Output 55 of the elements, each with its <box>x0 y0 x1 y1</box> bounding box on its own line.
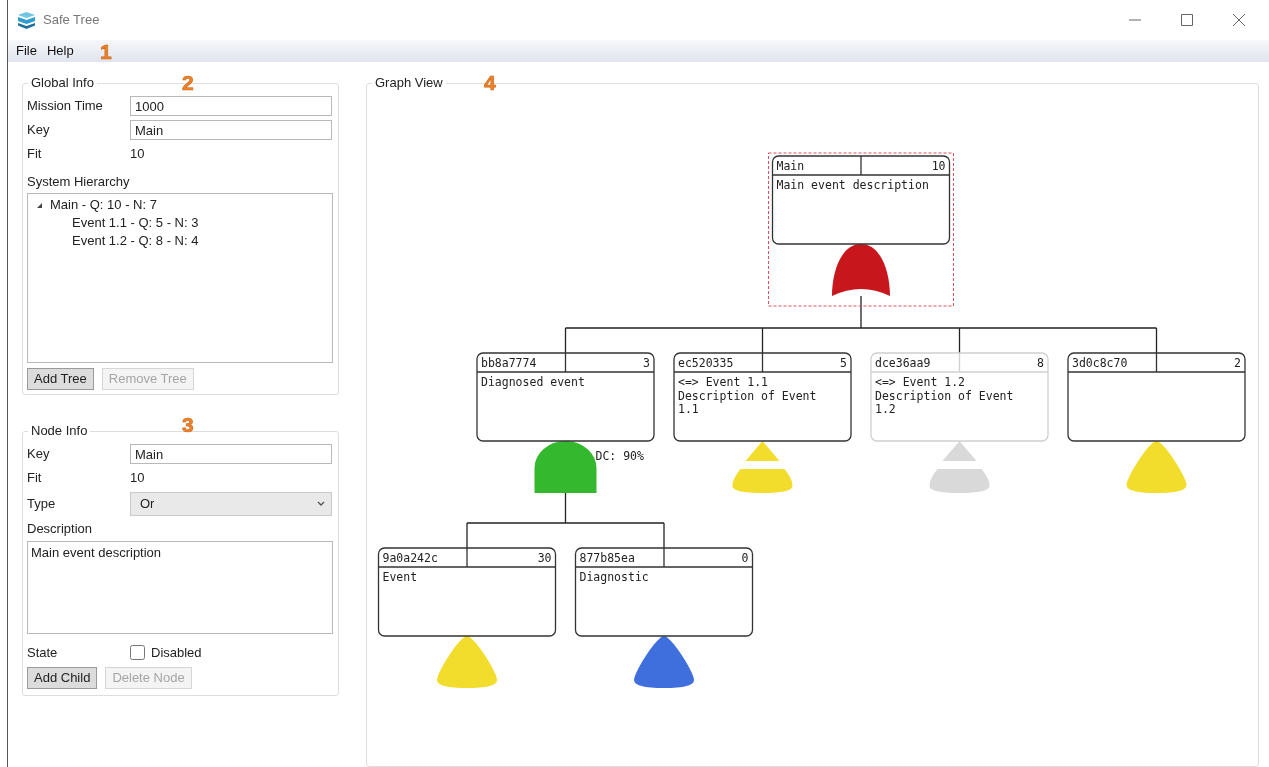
event-value: 10 <box>931 159 946 173</box>
field-label: State <box>27 644 59 662</box>
text-field[interactable]: Main <box>130 120 332 140</box>
event-key: 9a0a242c <box>382 551 438 565</box>
menu-item[interactable]: File <box>11 41 42 61</box>
event-key: 3d0c8c70 <box>1072 356 1128 370</box>
text-field[interactable]: 1000 <box>130 96 332 116</box>
field-label: Key <box>27 121 51 140</box>
window-title: Safe Tree <box>43 11 100 30</box>
description-field[interactable]: Main event description <box>27 540 333 634</box>
event-description: Diagnosed event <box>481 375 585 389</box>
tree-item[interactable]: Event 1.2 - Q: 8 - N: 4 <box>72 232 199 250</box>
tree-item[interactable]: Event 1.1 - Q: 5 - N: 3 <box>72 214 199 232</box>
field-label: System Hierarchy <box>27 172 131 191</box>
event-description: <=> Event 1.1 Description of Event 1.1 <box>678 375 817 416</box>
callout-number: 3 <box>182 414 194 435</box>
menu-item[interactable]: Help <box>41 41 79 61</box>
event-description: <=> Event 1.2 Description of Event 1.2 <box>875 375 1014 416</box>
text-field[interactable]: Main <box>130 444 332 464</box>
action-button[interactable]: Add Child <box>27 666 98 689</box>
event-key: ec520335 <box>678 356 734 370</box>
event-description: Event <box>382 570 418 584</box>
event-value: 5 <box>840 356 847 370</box>
event-value: 8 <box>1037 356 1044 370</box>
event-value: 3 <box>643 356 650 370</box>
checkbox-label: Disabled <box>151 644 202 662</box>
group-title: Graph View <box>372 75 446 91</box>
field-label: Fit <box>27 145 43 163</box>
field-value: 10 <box>130 469 145 487</box>
tree-item[interactable]: Main - Q: 10 - N: 7 <box>50 196 157 214</box>
coverage-label: DC: 90% <box>595 449 644 463</box>
event-key: dce36aa9 <box>875 356 931 370</box>
maximize-icon <box>1181 14 1193 26</box>
callout-number: 4 <box>484 72 496 93</box>
field-label: Key <box>27 445 51 464</box>
app-logo-icon <box>17 11 36 29</box>
event-description: Diagnostic <box>579 570 649 584</box>
event-value: 30 <box>537 551 552 565</box>
event-key: Main <box>776 159 805 173</box>
event-value: 2 <box>1234 356 1241 370</box>
event-key: bb8a7774 <box>481 356 537 370</box>
event-value: 0 <box>741 551 749 565</box>
close-icon <box>1233 14 1245 26</box>
event-description: Main event description <box>776 178 929 192</box>
action-button[interactable]: Add Tree <box>27 368 94 390</box>
type-dropdown[interactable]: Or <box>130 491 332 516</box>
field-label: Description <box>27 519 94 538</box>
callout-number: 1 <box>100 41 112 62</box>
chevron-down-icon <box>317 501 325 506</box>
field-label: Type <box>27 494 57 513</box>
field-label: Fit <box>27 469 43 487</box>
callout-number: 2 <box>182 72 194 93</box>
event-key: 877b85ea <box>579 551 635 565</box>
field-value: 10 <box>130 145 145 163</box>
field-label: Mission Time <box>27 97 104 116</box>
